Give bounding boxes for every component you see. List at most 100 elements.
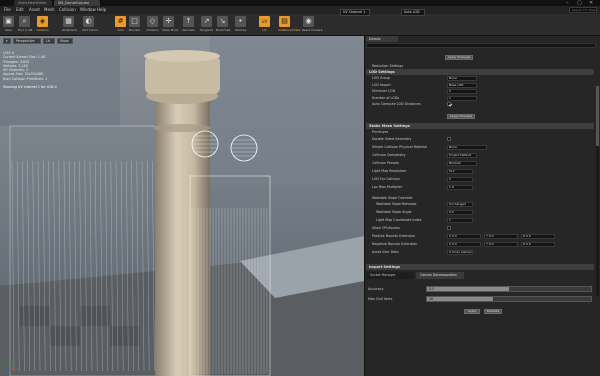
accuracy-slider-row: Accuracy 0.5 bbox=[366, 285, 594, 293]
tangents-button[interactable]: ↗ Tangents bbox=[200, 15, 213, 35]
menu-window[interactable]: Window bbox=[80, 6, 96, 14]
show-button[interactable]: Show bbox=[57, 38, 73, 44]
save-icon: ▣ bbox=[3, 16, 14, 27]
hull-fill bbox=[427, 297, 493, 301]
viewport[interactable]: ▾ Perspective Lit Show LOD: 0 Current Scr… bbox=[0, 36, 364, 376]
find-in-cb-button[interactable]: ⌕ Find in CB bbox=[18, 15, 33, 35]
property-value[interactable]: None bbox=[447, 76, 477, 81]
menu-file[interactable]: File bbox=[4, 6, 11, 14]
tab-convex-decomposition[interactable]: Convex Decomposition bbox=[416, 272, 464, 279]
hull-value: 16 bbox=[429, 297, 434, 301]
accuracy-slider[interactable]: 0.5 bbox=[426, 286, 592, 292]
menu-edit[interactable]: Edit bbox=[16, 6, 24, 14]
lit-button[interactable]: Lit bbox=[43, 38, 55, 44]
perspective-button[interactable]: Perspective bbox=[13, 38, 41, 44]
property-label: Asset User Data bbox=[372, 250, 399, 254]
wireframe-icon: ▦ bbox=[63, 16, 74, 27]
collision-button[interactable]: ◈ Collision bbox=[36, 15, 49, 35]
viewport-options-button[interactable]: ▾ bbox=[3, 38, 11, 44]
menu-help[interactable]: Help bbox=[97, 6, 106, 14]
apply-button[interactable]: Apply bbox=[464, 309, 480, 314]
show-pivot-button[interactable]: ✛ Show Pivot bbox=[162, 15, 178, 35]
property-value[interactable]: 512 bbox=[447, 169, 473, 174]
hull-slider-row: Max Hull Verts 16 bbox=[366, 295, 594, 303]
bounds-button[interactable]: □ Bounds bbox=[128, 15, 141, 35]
toolbar-button-label: Wireframe bbox=[62, 28, 78, 32]
additional-data-button[interactable]: ▤ Additional Data bbox=[278, 15, 300, 35]
reset-camera-button[interactable]: ◉ Reset Camera bbox=[302, 15, 323, 35]
property-value[interactable]: 1 bbox=[447, 95, 477, 101]
vert-colors-button[interactable]: ◐ Vert Colors bbox=[82, 15, 98, 35]
toolbar-button-label: Grid bbox=[117, 28, 124, 32]
property-row: Lpv Bias Multiplier 1.0 bbox=[366, 184, 594, 190]
menu-mesh[interactable]: Mesh bbox=[44, 6, 55, 14]
property-value[interactable]: 1.0 bbox=[447, 185, 473, 190]
tab-socket-manager[interactable]: Socket Manager bbox=[366, 272, 414, 279]
lod-select[interactable]: Auto LOD bbox=[401, 9, 425, 16]
toolbar-button-label: UV bbox=[262, 28, 267, 32]
scroll-thumb[interactable] bbox=[596, 86, 599, 146]
toolbar-button-label: Vert Colors bbox=[82, 28, 98, 32]
grid-button[interactable]: # Grid bbox=[114, 15, 127, 35]
toolbar-button-label: Find in CB bbox=[18, 28, 33, 32]
details-tab[interactable]: Details bbox=[366, 36, 398, 42]
primitives-row[interactable]: Primitives bbox=[366, 129, 594, 135]
details-scrollbar[interactable] bbox=[596, 86, 599, 296]
toolbar-button-label: Reset Camera bbox=[302, 28, 323, 32]
property-checkbox[interactable] bbox=[447, 137, 451, 141]
menu-bar: File Edit Asset Mesh Collision Window He… bbox=[0, 6, 600, 14]
apply-changes-button[interactable]: Apply Changes bbox=[445, 55, 473, 60]
vertex-colors-icon: ◐ bbox=[83, 16, 94, 27]
uv-button[interactable]: UV UV bbox=[258, 15, 271, 35]
help-search-input[interactable]: Search For Help bbox=[569, 7, 597, 13]
apply-changes-button-2[interactable]: Apply Changes bbox=[447, 114, 475, 119]
property-label: Simple Collision Physical Material bbox=[372, 145, 428, 149]
property-value[interactable]: Unchanged bbox=[447, 202, 473, 207]
bounds-z-input[interactable]: Z 0.0 bbox=[521, 234, 555, 239]
property-value[interactable]: Base LOD bbox=[447, 82, 477, 88]
property-label: LOD For Collision bbox=[372, 177, 400, 181]
property-row: Positive Bounds Extension X 0.0 Y 0.0 Z 0.0 bbox=[366, 233, 594, 239]
accuracy-value: 0.5 bbox=[429, 287, 435, 291]
camera-icon: ◉ bbox=[303, 16, 314, 27]
property-label: Negative Bounds Extension bbox=[372, 242, 418, 246]
menu-collision[interactable]: Collision bbox=[59, 6, 76, 14]
bounds-x-input[interactable]: X 0.0 bbox=[447, 234, 481, 239]
property-value[interactable]: 0 bbox=[447, 89, 477, 94]
normals-button[interactable]: ↑ Normals bbox=[182, 15, 195, 35]
property-label: Allow CPUAccess bbox=[372, 226, 400, 230]
bounds-x-input[interactable]: X 0.0 bbox=[447, 242, 481, 247]
defaults-button[interactable]: Defaults bbox=[484, 309, 502, 314]
collision-button[interactable]: ◇ Collision bbox=[146, 15, 159, 35]
property-row: Simple Collision Physical Material None bbox=[366, 144, 594, 150]
wireframe-button[interactable]: ▦ Wireframe bbox=[62, 15, 78, 35]
property-value[interactable]: 0 Array elements bbox=[447, 250, 473, 255]
property-value[interactable]: 0 bbox=[447, 177, 473, 182]
property-row: Walkable Slope Behavior Unchanged bbox=[366, 201, 594, 207]
uv-channel-select[interactable]: UV Channel 1 bbox=[340, 9, 370, 16]
property-checkbox[interactable] bbox=[447, 226, 451, 230]
pivot-icon: ✛ bbox=[163, 16, 174, 27]
bounds-y-input[interactable]: Y 0.0 bbox=[484, 242, 518, 247]
property-label: Number of LODs bbox=[372, 95, 400, 100]
vertices-button[interactable]: • Vertices bbox=[234, 15, 247, 35]
grid-icon: # bbox=[115, 16, 126, 27]
max-hull-verts-slider[interactable]: 16 bbox=[426, 296, 592, 302]
import-settings-header[interactable]: Import Settings bbox=[366, 264, 594, 270]
property-value[interactable]: BlockAll bbox=[447, 161, 477, 166]
property-value[interactable]: None bbox=[447, 145, 487, 150]
bounds-z-input[interactable]: Z 0.0 bbox=[521, 242, 555, 247]
property-value[interactable]: 0.0 bbox=[447, 210, 473, 215]
property-checkbox[interactable] bbox=[447, 102, 451, 106]
menu-asset[interactable]: Asset bbox=[29, 6, 40, 14]
bounds-y-input[interactable]: Y 0.0 bbox=[484, 234, 518, 239]
find-icon: ⌕ bbox=[19, 16, 30, 27]
property-value[interactable]: Project Default bbox=[447, 153, 477, 158]
details-search-input[interactable] bbox=[366, 43, 596, 48]
viewport-stat-line: Num Collision Primitives: 1 bbox=[3, 76, 48, 81]
toolbar-button-label: Tangents bbox=[200, 28, 213, 32]
binormals-button[interactable]: ↘ Binormals bbox=[216, 15, 230, 35]
save-button[interactable]: ▣ Save bbox=[2, 15, 15, 35]
accuracy-fill bbox=[427, 287, 509, 291]
property-value[interactable]: 1 bbox=[447, 218, 473, 223]
